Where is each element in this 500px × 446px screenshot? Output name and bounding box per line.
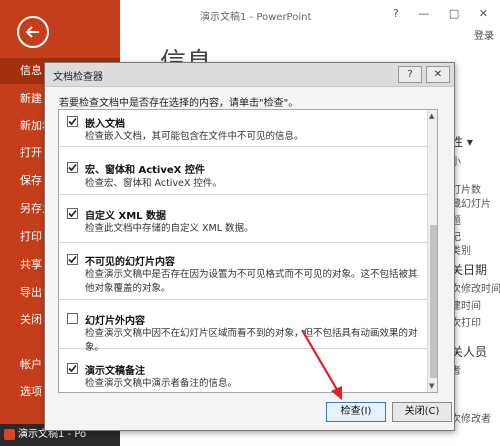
list-item: 不可见的幻灯片内容 检查演示文稿中是否存在因为设置为不可见格式而不可见的对象。这… [59, 244, 427, 300]
item-title: 自定义 XML 数据 [85, 211, 166, 222]
item-description: 检查演示文稿中演示者备注的信息。 [85, 378, 238, 389]
item-title: 幻灯片外内容 [85, 316, 145, 327]
inspection-list: 嵌入文档 检查嵌入文档，其可能包含在文件中不可见的信息。 宏、窗体和 Activ… [58, 109, 438, 393]
related-people-header: 关人员 [451, 345, 488, 359]
property-slides: 灯片数 [451, 185, 481, 196]
item-description: 检查此文档中存储的自定义 XML 数据。 [85, 223, 254, 234]
item-title: 宏、窗体和 ActiveX 控件 [85, 165, 205, 176]
dialog-close-button[interactable]: ✕ [426, 66, 450, 83]
checkbox-embedded-documents[interactable] [67, 116, 78, 127]
signin-link[interactable]: 登录 [474, 27, 494, 42]
scroll-up-icon[interactable]: ▲ [429, 112, 434, 120]
checkbox-custom-xml[interactable] [67, 208, 78, 219]
scroll-down-icon[interactable]: ▼ [429, 382, 434, 390]
checkbox-macros-forms-activex[interactable] [67, 162, 78, 173]
item-title: 嵌入文档 [85, 119, 125, 130]
list-item: 演示文稿备注 检查演示文稿中演示者备注的信息。 [59, 350, 427, 392]
list-scrollbar[interactable]: ▲ ▼ [427, 110, 437, 392]
property-created: 建时间 [451, 301, 481, 312]
property-last-printed: 次打印 [451, 318, 481, 329]
checkmark-icon [68, 163, 77, 172]
scrollbar-thumb[interactable] [430, 225, 437, 378]
item-description: 检查演示文稿中是否存在因为设置为不可见格式而不可见的对象。这不包括被其他对象覆盖… [85, 269, 418, 294]
powerpoint-icon [4, 429, 15, 440]
property-last-modified: 次修改时间 [451, 284, 500, 295]
item-description: 检查宏、窗体和 ActiveX 控件。 [85, 178, 222, 189]
checkbox-presentation-notes[interactable] [67, 363, 78, 374]
dialog-titlebar[interactable]: 文档检查器 ? ✕ [45, 63, 454, 87]
list-item: 宏、窗体和 ActiveX 控件 检查宏、窗体和 ActiveX 控件。 [59, 148, 427, 195]
close-button[interactable]: 关闭(C) [392, 402, 452, 422]
checkmark-icon [68, 255, 77, 264]
window-title: 演示文稿1 - PowerPoint [200, 12, 312, 23]
back-arrow-icon [25, 26, 39, 38]
window-controls[interactable]: ? — □ ✕ [393, 7, 496, 20]
checkmark-icon [68, 209, 77, 218]
checkbox-invisible-slide-content[interactable] [67, 254, 78, 265]
checkbox-off-slide-content[interactable] [67, 313, 78, 324]
property-hidden-slides: 藏幻灯片 [451, 199, 491, 210]
window-titlebar: 演示文稿1 - PowerPoint ? — □ ✕ 登录 [120, 0, 500, 42]
list-item: 幻灯片外内容 检查演示文稿中因不在幻灯片区域而看不到的对象，但不包括具有动画效果… [59, 301, 427, 353]
checkmark-icon [68, 117, 77, 126]
inspect-button[interactable]: 检查(I) [326, 402, 386, 422]
property-last-modified-by: 次修改者 [451, 414, 491, 425]
back-arrow-button[interactable] [17, 16, 49, 48]
list-item: 嵌入文档 检查嵌入文档，其可能包含在文件中不可见的信息。 [59, 110, 427, 147]
item-description: 检查嵌入文档，其可能包含在文件中不可见的信息。 [85, 131, 304, 142]
checkmark-icon [68, 364, 77, 373]
item-title: 不可见的幻灯片内容 [85, 257, 175, 268]
document-inspector-dialog: 文档检查器 ? ✕ 若要检查文档中是否存在选择的内容，请单击"检查"。 嵌入文档… [44, 62, 455, 431]
help-button[interactable]: ? [398, 66, 422, 83]
dialog-title: 文档检查器 [53, 72, 103, 83]
item-title: 演示文稿备注 [85, 366, 145, 377]
list-item: 自定义 XML 数据 检查此文档中存储的自定义 XML 数据。 [59, 196, 427, 243]
related-dates-header: 关日期 [451, 263, 488, 277]
dialog-instruction: 若要检查文档中是否存在选择的内容，请单击"检查"。 [59, 98, 299, 109]
